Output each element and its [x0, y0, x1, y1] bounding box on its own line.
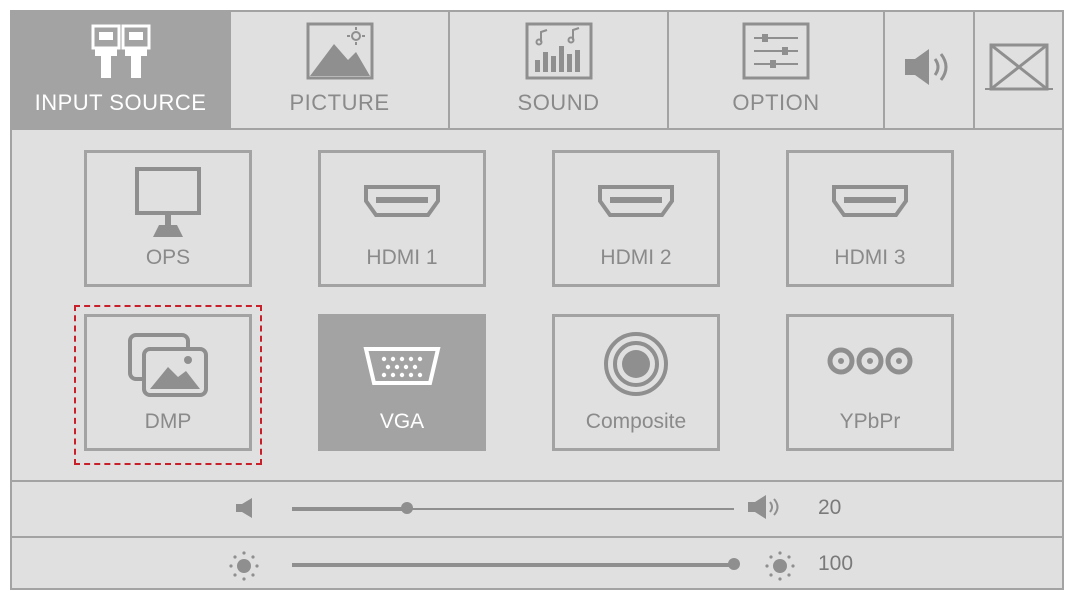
composite-icon	[601, 329, 671, 405]
volume-max-icon	[746, 494, 782, 525]
source-label: HDMI 3	[834, 246, 906, 269]
source-hdmi-2[interactable]: HDMI 2	[552, 150, 720, 287]
source-label: OPS	[145, 246, 191, 269]
hdmi-icon	[362, 183, 442, 229]
brightness-row: 100	[12, 536, 1062, 590]
picture-icon	[304, 20, 376, 90]
input-source-icon	[85, 20, 157, 90]
source-composite[interactable]: Composite	[552, 314, 720, 451]
tab-label: SOUND	[517, 90, 600, 115]
tab-label: PICTURE	[289, 90, 390, 115]
source-ops[interactable]: OPS	[84, 150, 252, 287]
source-label: YPbPr	[839, 410, 901, 433]
hdmi-icon	[830, 183, 910, 229]
speaker-icon	[899, 45, 959, 95]
source-dmp[interactable]: DMP	[84, 314, 252, 451]
volume-thumb[interactable]	[401, 502, 413, 514]
volume-value: 20	[818, 496, 842, 519]
volume-min-icon	[234, 498, 256, 523]
brightness-value: 100	[818, 552, 854, 575]
source-label: HDMI 1	[366, 246, 438, 269]
tab-option[interactable]: OPTION	[669, 12, 885, 128]
tab-label: INPUT SOURCE	[34, 90, 207, 115]
brightness-min-icon	[228, 550, 260, 587]
hdmi-icon	[596, 183, 676, 229]
source-ypbpr[interactable]: YPbPr	[786, 314, 954, 451]
monitor-icon	[133, 165, 203, 249]
close-icon	[983, 39, 1055, 101]
brightness-fill	[292, 563, 734, 567]
source-label: HDMI 2	[600, 246, 672, 269]
osd-menu: INPUT SOURCE PICTURE SOUND OPTION OPS HD…	[10, 10, 1064, 590]
option-icon	[740, 20, 812, 90]
tab-bar: INPUT SOURCE PICTURE SOUND OPTION	[12, 12, 1062, 130]
source-label: DMP	[144, 410, 192, 433]
volume-row: 20	[12, 480, 1062, 534]
source-label: VGA	[379, 410, 425, 433]
source-vga[interactable]: VGA	[318, 314, 486, 451]
tab-picture[interactable]: PICTURE	[231, 12, 450, 128]
speaker-button[interactable]	[885, 12, 975, 128]
brightness-thumb[interactable]	[728, 558, 740, 570]
source-hdmi-3[interactable]: HDMI 3	[786, 150, 954, 287]
source-label: Composite	[585, 410, 687, 433]
volume-fill	[292, 507, 407, 511]
brightness-max-icon	[764, 550, 796, 587]
close-button[interactable]	[975, 12, 1062, 128]
ypbpr-icon	[824, 343, 916, 385]
tab-sound[interactable]: SOUND	[450, 12, 669, 128]
gallery-icon	[126, 331, 210, 405]
source-hdmi-1[interactable]: HDMI 1	[318, 150, 486, 287]
sound-icon	[523, 20, 595, 90]
tab-input-source[interactable]: INPUT SOURCE	[12, 12, 231, 128]
tab-label: OPTION	[732, 90, 820, 115]
vga-icon	[362, 345, 442, 395]
